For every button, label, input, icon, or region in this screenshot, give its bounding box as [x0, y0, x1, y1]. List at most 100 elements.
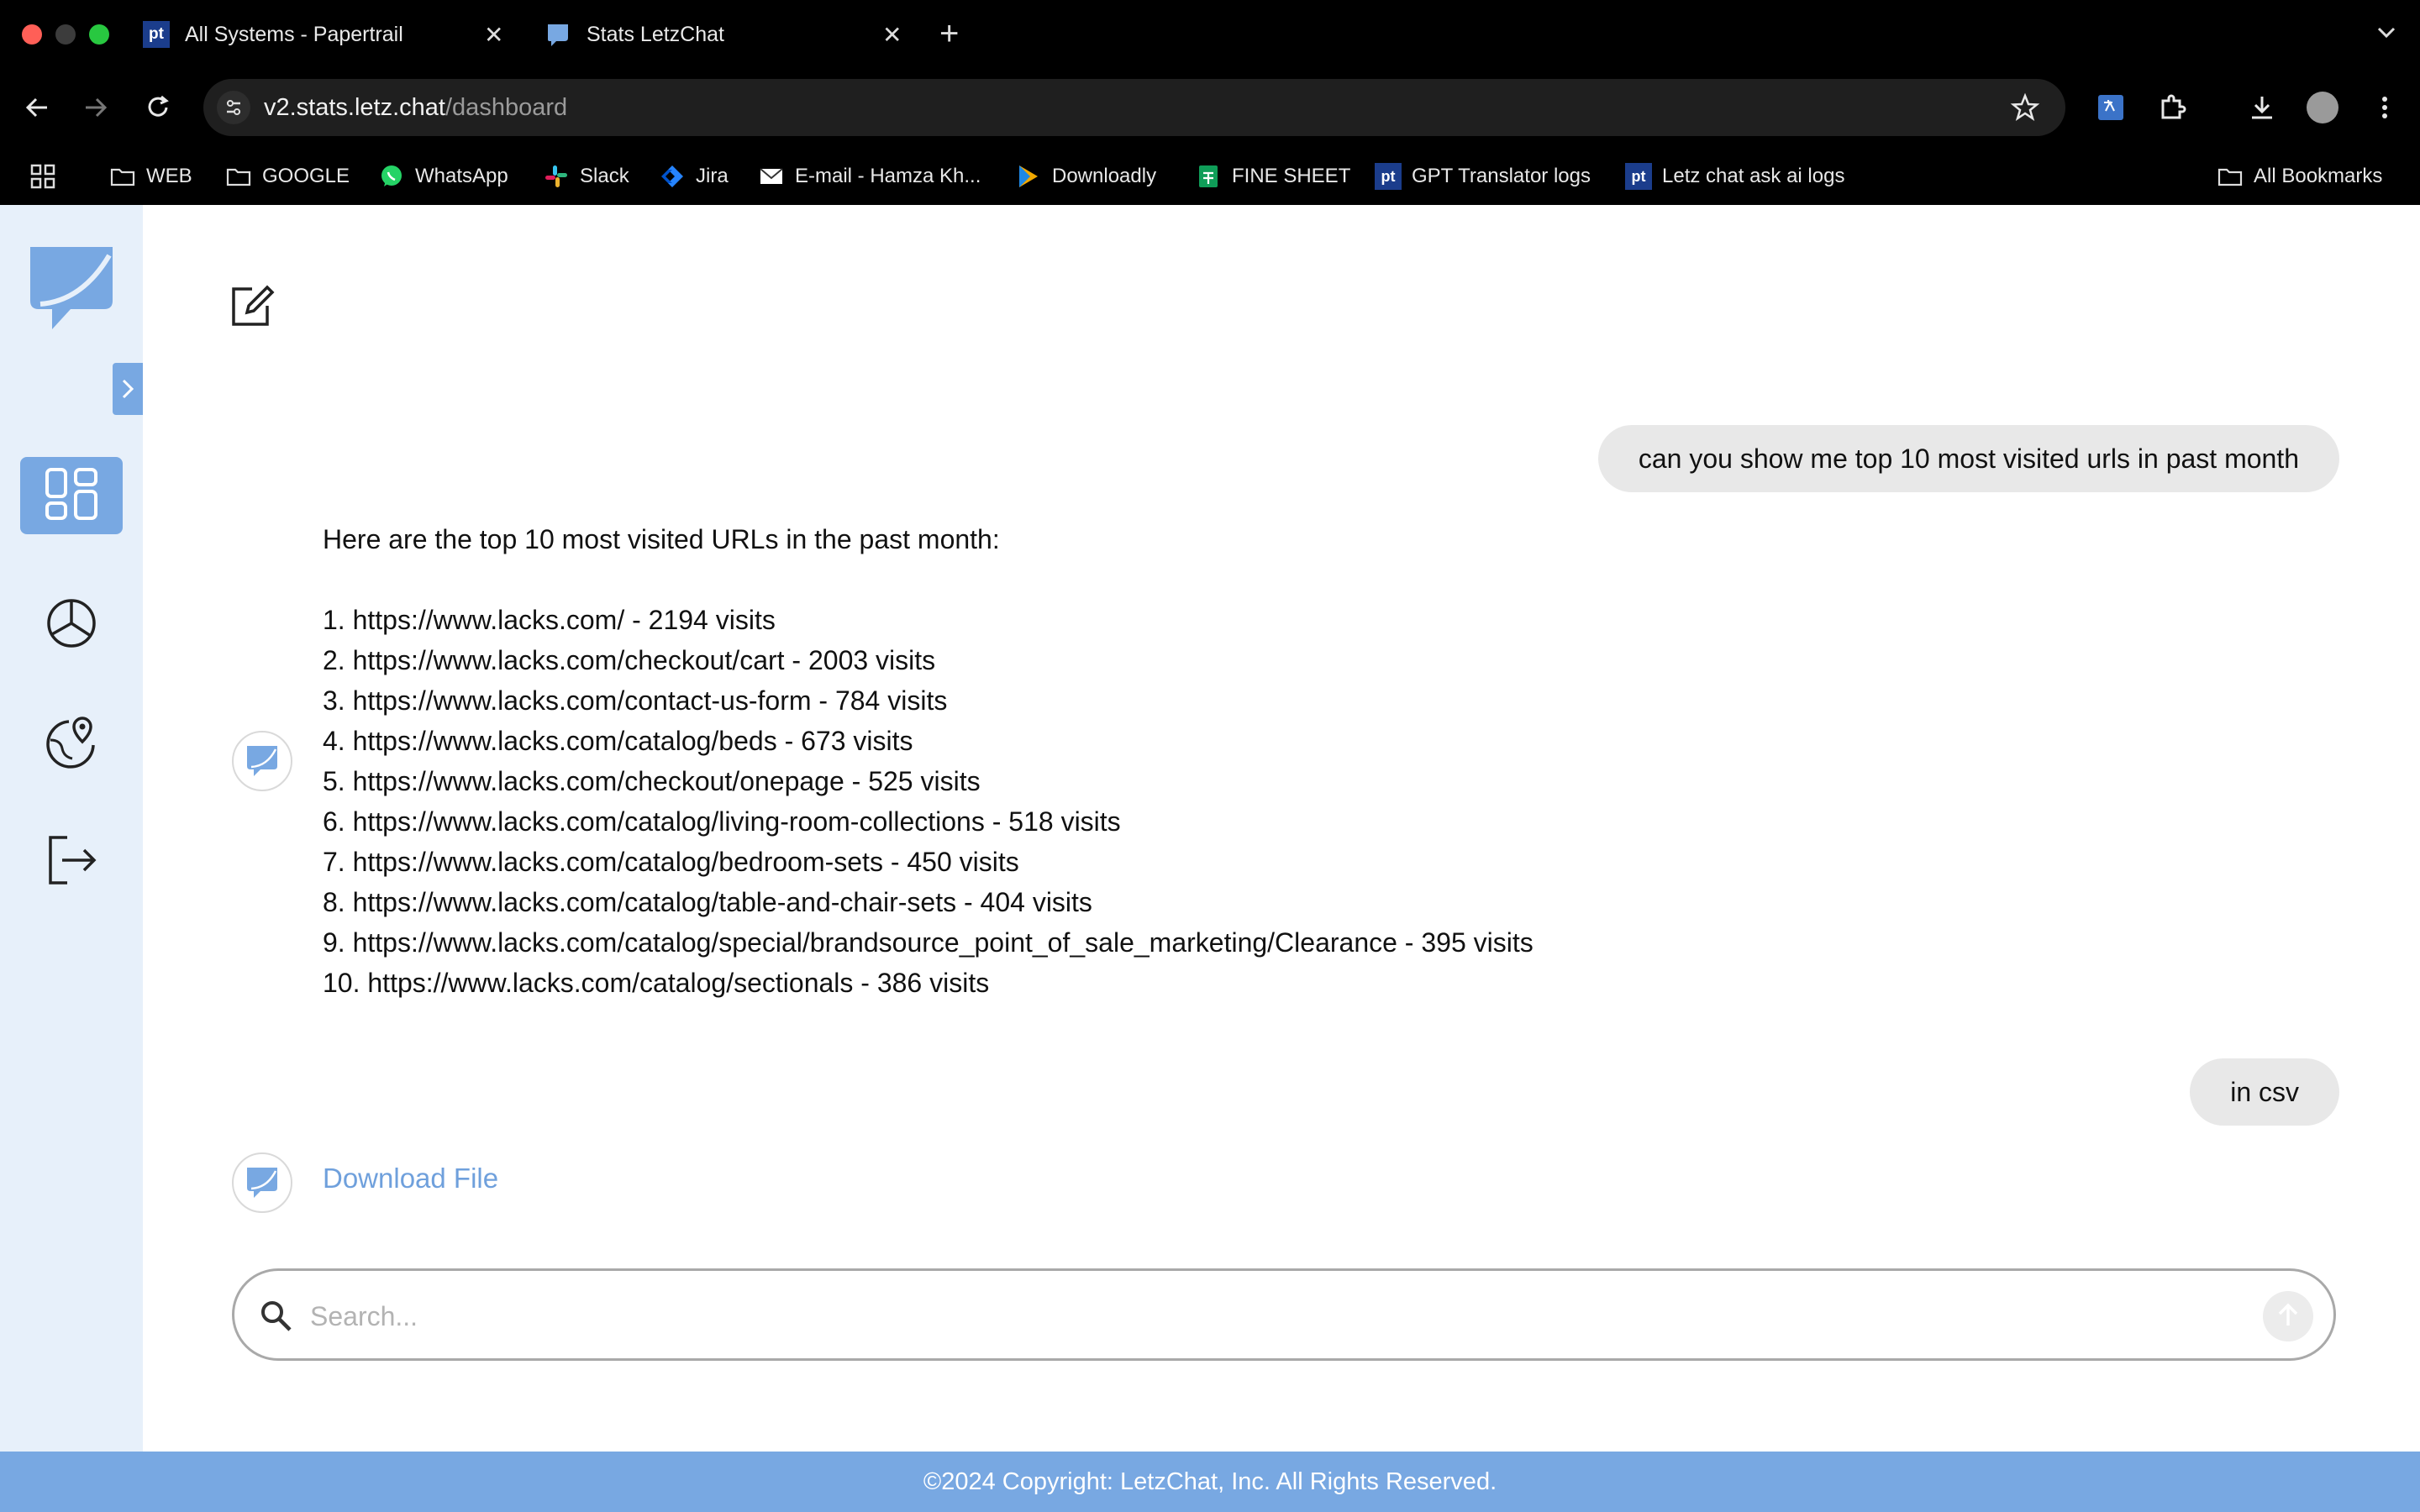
- list-item: 3. https://www.lacks.com/contact-us-form…: [323, 685, 948, 716]
- user-message: in csv: [2190, 1058, 2339, 1126]
- answer-intro: Here are the top 10 most visited URLs in…: [323, 524, 1000, 554]
- send-button[interactable]: [2263, 1291, 2313, 1341]
- bookmark-web[interactable]: WEB: [109, 160, 192, 193]
- bookmark-jira[interactable]: Jira: [659, 160, 729, 193]
- close-tab-icon[interactable]: ✕: [882, 21, 902, 49]
- translate-extension-icon[interactable]: [2091, 87, 2131, 128]
- bookmark-email[interactable]: E-mail - Hamza Kh...: [758, 160, 981, 193]
- new-tab-button[interactable]: +: [939, 15, 959, 52]
- search-icon: [258, 1298, 295, 1335]
- downloads-icon[interactable]: [2242, 87, 2282, 128]
- nav-analytics[interactable]: [20, 586, 123, 664]
- bookmark-label: E-mail - Hamza Kh...: [795, 165, 981, 187]
- search-bar: [232, 1268, 2336, 1361]
- bookmark-google[interactable]: GOOGLE: [225, 160, 350, 193]
- tab-stats-letzchat[interactable]: Stats LetzChat ✕: [544, 8, 911, 60]
- bookmark-label: Slack: [580, 165, 629, 187]
- bookmark-label: FINE SHEET: [1232, 165, 1351, 187]
- list-item: 7. https://www.lacks.com/catalog/bedroom…: [323, 847, 1019, 877]
- forward-button[interactable]: [76, 87, 116, 128]
- tab-strip: pt All Systems - Papertrail ✕ Stats Letz…: [0, 0, 2420, 67]
- folder-icon: [225, 163, 252, 190]
- tab-title: All Systems - Papertrail: [185, 22, 403, 46]
- list-item: 2. https://www.lacks.com/checkout/cart -…: [323, 645, 936, 675]
- bookmark-gpt-translator-logs[interactable]: pt GPT Translator logs: [1375, 160, 1591, 193]
- nav-logout[interactable]: [20, 823, 123, 900]
- list-item: 1. https://www.lacks.com/ - 2194 visits: [323, 605, 776, 635]
- address-bar[interactable]: v2.stats.letz.chat/dashboard: [203, 79, 2065, 136]
- mail-icon: [758, 163, 785, 190]
- sheet-icon: [1195, 163, 1222, 190]
- extensions-puzzle-icon[interactable]: [2153, 87, 2193, 128]
- jira-icon: [659, 163, 686, 190]
- bookmark-label: GPT Translator logs: [1412, 165, 1591, 187]
- pie-chart-icon: [44, 596, 99, 655]
- url-text: v2.stats.letz.chat/dashboard: [264, 94, 567, 122]
- browser-chrome: pt All Systems - Papertrail ✕ Stats Letz…: [0, 0, 2420, 205]
- papertrail-icon: pt: [1625, 163, 1652, 190]
- nav-locations[interactable]: [20, 706, 123, 783]
- slack-icon: [543, 163, 570, 190]
- dashboard-icon: [44, 466, 99, 526]
- list-item: 9. https://www.lacks.com/catalog/special…: [323, 927, 1534, 958]
- assistant-avatar: [232, 731, 292, 791]
- list-item: 6. https://www.lacks.com/catalog/living-…: [323, 806, 1121, 837]
- assistant-message: Here are the top 10 most visited URLs in…: [323, 519, 1534, 1003]
- tab-search-chevron-icon[interactable]: [2371, 17, 2402, 47]
- bookmark-label: WEB: [146, 165, 192, 187]
- folder-icon: [2217, 163, 2244, 190]
- list-item: 8. https://www.lacks.com/catalog/table-a…: [323, 887, 1092, 917]
- bookmark-fine-sheet[interactable]: FINE SHEET: [1195, 160, 1350, 193]
- bookmark-slack[interactable]: Slack: [543, 160, 629, 193]
- nav-dashboard[interactable]: [20, 457, 123, 534]
- user-message: can you show me top 10 most visited urls…: [1597, 425, 2339, 492]
- whatsapp-icon: [378, 163, 405, 190]
- papertrail-icon: pt: [1375, 163, 1402, 190]
- arrow-up-icon: [2274, 1300, 2302, 1333]
- tab-papertrail[interactable]: pt All Systems - Papertrail ✕: [143, 8, 509, 60]
- footer: ©2024 Copyright: LetzChat, Inc. All Righ…: [0, 1452, 2420, 1512]
- tab-title: Stats LetzChat: [587, 22, 724, 46]
- bookmark-label: Letz chat ask ai logs: [1662, 165, 1845, 187]
- sidebar: [0, 205, 143, 1452]
- close-window-button[interactable]: [22, 24, 42, 45]
- letzchat-icon: [544, 21, 571, 48]
- globe-location-icon: [44, 715, 99, 774]
- assistant-avatar: [232, 1152, 292, 1213]
- downloadly-icon: [1015, 163, 1042, 190]
- bookmark-downloadly[interactable]: Downloadly: [1015, 160, 1156, 193]
- url-host: v2.stats.letz.chat: [264, 94, 445, 121]
- bookmark-label: All Bookmarks: [2254, 165, 2383, 187]
- download-file-link[interactable]: Download File: [323, 1163, 498, 1194]
- chat-area: can you show me top 10 most visited urls…: [143, 205, 2420, 1452]
- expand-sidebar-button[interactable]: [113, 363, 143, 415]
- reload-button[interactable]: [138, 87, 178, 128]
- close-tab-icon[interactable]: ✕: [484, 21, 503, 49]
- bookmark-label: WhatsApp: [415, 165, 508, 187]
- list-item: 10. https://www.lacks.com/catalog/sectio…: [323, 968, 990, 998]
- maximize-window-button[interactable]: [89, 24, 109, 45]
- bookmark-label: Downloadly: [1052, 165, 1157, 187]
- all-bookmarks[interactable]: All Bookmarks: [2217, 160, 2382, 193]
- bookmark-whatsapp[interactable]: WhatsApp: [378, 160, 508, 193]
- minimize-window-button[interactable]: [55, 24, 76, 45]
- list-item: 4. https://www.lacks.com/catalog/beds - …: [323, 726, 913, 756]
- edit-icon: [227, 285, 277, 334]
- browser-menu-icon[interactable]: [2365, 87, 2405, 128]
- bookmark-star-icon[interactable]: [2008, 91, 2042, 124]
- browser-toolbar: v2.stats.letz.chat/dashboard: [0, 67, 2420, 148]
- papertrail-icon: pt: [143, 21, 170, 48]
- search-input[interactable]: [308, 1291, 2228, 1341]
- url-path: /dashboard: [445, 94, 568, 121]
- letzchat-logo: [24, 242, 119, 334]
- profile-avatar[interactable]: [2302, 87, 2343, 128]
- bookmark-letzchat-ask-ai-logs[interactable]: pt Letz chat ask ai logs: [1625, 160, 1844, 193]
- apps-grid-icon[interactable]: [29, 160, 57, 193]
- url-list: 1. https://www.lacks.com/ - 2194 visits …: [323, 600, 1534, 1003]
- new-chat-button[interactable]: [227, 281, 277, 331]
- back-button[interactable]: [17, 87, 57, 128]
- site-info-icon[interactable]: [217, 91, 250, 124]
- bookmark-label: GOOGLE: [262, 165, 350, 187]
- bookmarks-bar: WEB GOOGLE WhatsApp Slack Jira E-mail - …: [0, 148, 2420, 205]
- bookmark-label: Jira: [696, 165, 729, 187]
